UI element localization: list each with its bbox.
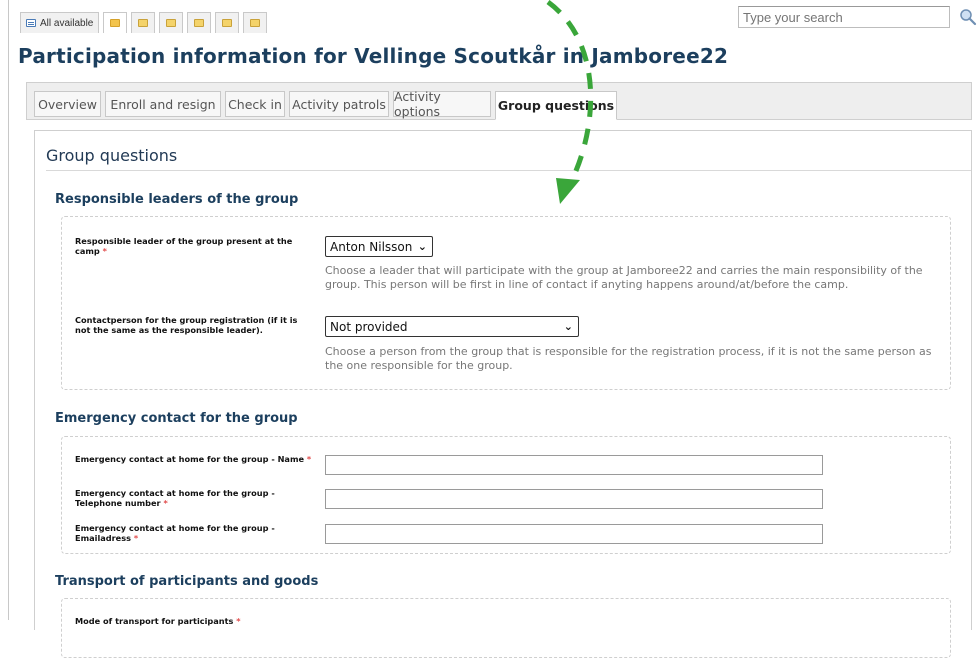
folder-icon [222,19,233,27]
folder-icon [166,19,177,27]
required-marker: * [306,454,312,464]
tab-enroll-and-resign[interactable]: Enroll and resign [105,91,221,117]
tab-folder-2[interactable] [131,12,156,33]
folder-icon [250,19,261,27]
left-border [8,0,9,620]
folder-icon [194,19,205,27]
contactperson-help: Choose a person from the group that is r… [325,345,932,372]
section-heading-leaders: Responsible leaders of the group [55,192,299,207]
tab-folder[interactable] [103,12,128,33]
field-label-contactperson: Contactperson for the group registration… [75,315,298,335]
section-heading-emergency: Emergency contact for the group [55,411,298,426]
tab-check-in[interactable]: Check in [225,91,285,117]
page-title: Participation information for Vellinge S… [18,44,729,68]
search-icon[interactable] [956,6,980,28]
tab-overview[interactable]: Overview [34,91,101,117]
tab-all-available-label: All available [40,17,94,29]
tab-folder-4[interactable] [187,12,212,33]
tab-folder-3[interactable] [159,12,184,33]
transport-box [61,598,951,658]
tab-all-available[interactable]: All available [20,12,100,33]
field-label-responsible-leader: Responsible leader of the group present … [75,236,313,256]
list-icon [26,19,36,27]
field-label-text: Mode of transport for participants [75,616,234,626]
responsible-leader-value: Anton Nilsson [330,239,413,254]
required-marker: * [133,532,139,543]
contactperson-value: Not provided [330,319,408,334]
field-label-text: Responsible leader of the group present … [75,236,293,256]
field-label-emergency-email: Emergency contact at home for the group … [75,523,315,543]
tab-bar: Overview Enroll and resign Check in Acti… [26,82,972,120]
emergency-email-input[interactable] [325,524,823,544]
responsible-leader-select[interactable]: Anton Nilsson ⌄ [325,236,433,257]
tab-activity-options[interactable]: Activity options [393,89,491,119]
field-label-text: Emergency contact at home for the group … [75,488,275,508]
chevron-down-icon: ⌄ [563,320,573,333]
field-label-text: Emergency contact at home for the group … [75,454,305,464]
chevron-down-icon: ⌄ [417,240,427,253]
divider [46,170,971,171]
folder-icon [138,19,149,27]
search-input[interactable] [738,6,950,28]
field-label-emergency-name: Emergency contact at home for the group … [75,454,315,465]
field-label-text: Emergency contact at home for the group … [75,523,275,543]
required-marker: * [102,245,107,256]
tab-activity-patrols[interactable]: Activity patrols [289,91,389,117]
required-marker: * [236,616,241,626]
emergency-name-input[interactable] [325,455,823,475]
panel-title: Group questions [46,146,178,165]
tab-folder-5[interactable] [215,12,240,33]
section-heading-transport: Transport of participants and goods [55,574,319,589]
required-marker: * [163,497,168,508]
tab-group-questions[interactable]: Group questions [495,91,617,120]
responsible-leader-help: Choose a leader that will participate wi… [325,264,923,291]
field-label-transport-mode: Mode of transport for participants * [75,616,315,627]
group-questions-panel: Group questions Responsible leaders of t… [34,130,972,658]
tab-folder-6[interactable] [243,12,268,33]
top-tabstrip: All available [20,12,268,33]
contactperson-select[interactable]: Not provided ⌄ [325,316,579,337]
folder-icon [110,19,121,27]
field-label-emergency-phone: Emergency contact at home for the group … [75,488,315,508]
emergency-phone-input[interactable] [325,489,823,509]
